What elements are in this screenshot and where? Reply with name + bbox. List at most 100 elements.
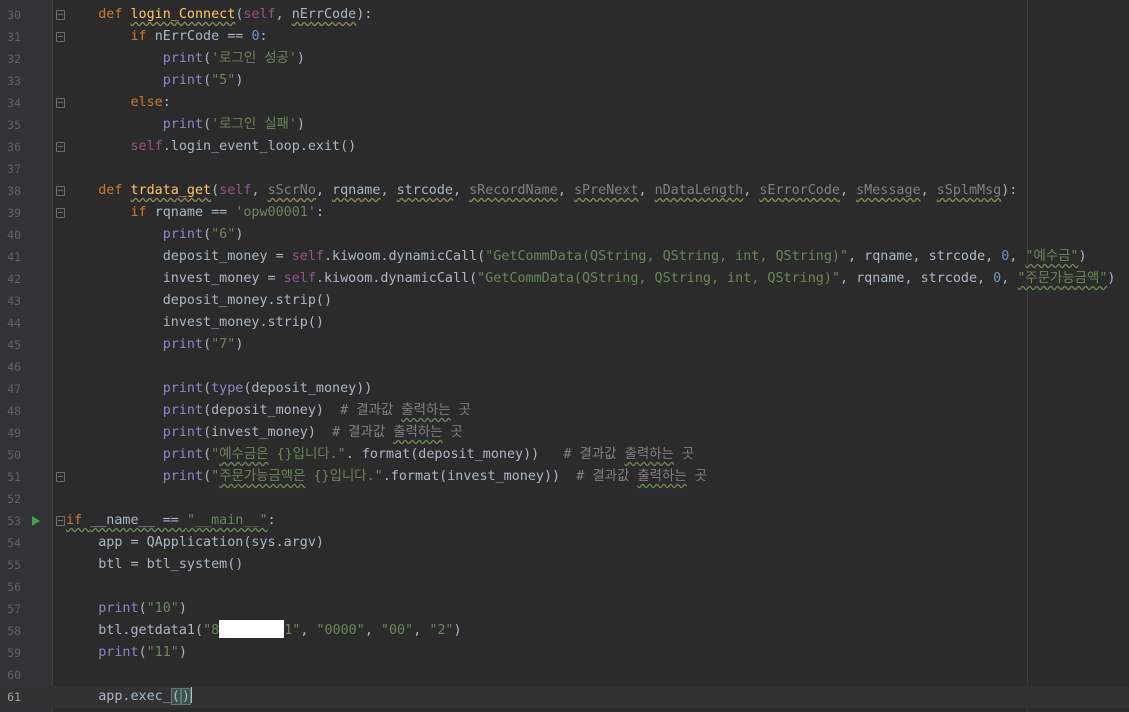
code-editor[interactable]: 30 def login_Connect(self, nErrCode): 31 … (0, 0, 1129, 712)
code-line[interactable]: 52 (0, 488, 1129, 510)
code-line[interactable]: 53 if __name__ == "__main__": (0, 510, 1129, 532)
code-line[interactable]: 50 print("예수금은 {}입니다.". format(deposit_m… (0, 444, 1129, 466)
code-text[interactable]: invest_money.strip() (66, 312, 324, 334)
code-token: ( (211, 183, 220, 198)
code-token: , (380, 183, 397, 198)
code-line[interactable]: 56 (0, 576, 1129, 598)
code-text[interactable]: btl = btl_system() (66, 554, 243, 576)
code-token: def (98, 183, 131, 198)
code-token: __name__ == (90, 513, 187, 528)
code-text[interactable]: print("7") (66, 334, 244, 356)
fold-icon[interactable] (56, 208, 65, 218)
code-token: '로그인 성공' (211, 51, 297, 66)
fold-icon[interactable] (56, 142, 65, 152)
code-line[interactable]: 47 print(type(deposit_money)) (0, 378, 1129, 400)
code-text[interactable]: print("예수금은 {}입니다.". format(deposit_mone… (66, 444, 695, 466)
code-token: # 결과값 (576, 469, 638, 484)
code-line[interactable]: 54 app = QApplication(sys.argv) (0, 532, 1129, 554)
code-line[interactable]: 32 print('로그인 성공') (0, 48, 1129, 70)
code-token: print (162, 381, 204, 396)
code-text[interactable]: print("11") (66, 642, 187, 664)
code-line[interactable]: 38 def trdata_get(self, sScrNo, rqname, … (0, 180, 1129, 202)
code-text[interactable]: print('로그인 성공') (66, 48, 305, 70)
fold-icon[interactable] (56, 516, 65, 526)
code-token: invest_money.strip() (66, 315, 324, 330)
code-text[interactable]: btl.getdata1("8 1", "0000", "00", "2") (66, 620, 462, 642)
code-line[interactable]: 31 if nErrCode == 0: (0, 26, 1129, 48)
code-line[interactable]: 57 print("10") (0, 598, 1129, 620)
code-token: ( (170, 688, 181, 705)
code-text[interactable]: print(type(deposit_money)) (66, 378, 373, 400)
code-line[interactable]: 49 print(invest_money) # 결과값 출력하는 곳 (0, 422, 1129, 444)
code-token: if (66, 513, 91, 528)
code-line[interactable]: 46 (0, 356, 1129, 378)
fold-icon[interactable] (56, 32, 65, 42)
code-line[interactable]: 40 print("6") (0, 224, 1129, 246)
code-text[interactable]: print("5") (66, 70, 244, 92)
fold-icon[interactable] (56, 472, 65, 482)
code-token: , (315, 183, 333, 198)
code-line[interactable]: 33 print("5") (0, 70, 1129, 92)
code-text[interactable]: print(invest_money) # 결과값 출력하는 곳 (66, 422, 463, 444)
code-line[interactable]: 39 if rqname == 'opw00001': (0, 202, 1129, 224)
code-token: login_Connect (130, 7, 236, 22)
code-text[interactable]: if nErrCode == 0: (66, 26, 268, 48)
code-line[interactable]: 44 invest_money.strip() (0, 312, 1129, 334)
code-token: sScrNo (267, 183, 316, 198)
line-number: 48 (7, 404, 21, 418)
code-token: trdata_get (130, 183, 212, 198)
code-text[interactable]: print("10") (66, 598, 187, 620)
code-text[interactable]: deposit_money.strip() (66, 290, 332, 312)
fold-icon[interactable] (56, 98, 65, 108)
code-token: app.exec_ (66, 689, 171, 704)
code-text[interactable]: if rqname == 'opw00001': (66, 202, 325, 224)
code-line[interactable]: 45 print("7") (0, 334, 1129, 356)
code-token: ) (453, 623, 462, 638)
code-text[interactable]: else: (66, 92, 171, 114)
code-token: print (162, 447, 204, 462)
code-text[interactable]: def trdata_get(self, sScrNo, rqname, str… (66, 180, 1017, 202)
code-line[interactable]: 51 print("주문가능금액은 {}입니다.".format(invest_… (0, 466, 1129, 488)
code-text[interactable]: if __name__ == "__main__": (66, 510, 276, 532)
code-text[interactable]: print(deposit_money) # 결과값 출력하는 곳 (66, 400, 471, 422)
code-text[interactable]: print("6") (66, 224, 244, 246)
code-text[interactable]: invest_money = self.kiwoom.dynamicCall("… (66, 268, 1116, 290)
code-line[interactable]: 37 (0, 158, 1129, 180)
code-token: ) (235, 337, 244, 352)
code-token: (deposit_money)) (243, 381, 373, 396)
code-line[interactable]: 55 btl = btl_system() (0, 554, 1129, 576)
code-token: , (920, 183, 937, 198)
code-token: ( (203, 73, 212, 88)
code-text[interactable]: print("주문가능금액은 {}입니다.".format(invest_mon… (66, 466, 707, 488)
code-token: type (211, 381, 244, 396)
fold-icon[interactable] (56, 10, 65, 20)
code-line[interactable]: 59 print("11") (0, 642, 1129, 664)
code-text[interactable]: deposit_money = self.kiwoom.dynamicCall(… (66, 246, 1087, 268)
code-text[interactable]: app.exec_() (66, 686, 192, 708)
code-line[interactable]: 60 (0, 664, 1129, 686)
code-line[interactable]: 43 deposit_money.strip() (0, 290, 1129, 312)
line-number: 31 (7, 30, 21, 44)
code-token: ( (203, 51, 212, 66)
code-line[interactable]: 34 else: (0, 92, 1129, 114)
code-text[interactable]: print('로그인 실패') (66, 114, 305, 136)
code-line[interactable]: 35 print('로그인 실패') (0, 114, 1129, 136)
code-token: : (267, 513, 276, 528)
code-line[interactable]: 36 self.login_event_loop.exit() (0, 136, 1129, 158)
code-line[interactable]: 58 btl.getdata1("8 1", "0000", "00", "2") (0, 620, 1129, 642)
code-line[interactable]: 61 app.exec_() (0, 686, 1129, 708)
run-icon[interactable] (32, 516, 40, 526)
code-text[interactable]: self.login_event_loop.exit() (66, 136, 357, 158)
code-line[interactable]: 41 deposit_money = self.kiwoom.dynamicCa… (0, 246, 1129, 268)
code-line[interactable]: 42 invest_money = self.kiwoom.dynamicCal… (0, 268, 1129, 290)
line-number: 40 (7, 228, 21, 242)
code-token: , (413, 623, 430, 638)
code-text[interactable]: def login_Connect(self, nErrCode): (66, 4, 372, 26)
fold-icon[interactable] (56, 186, 65, 196)
code-text[interactable]: app = QApplication(sys.argv) (66, 532, 324, 554)
code-line[interactable]: 30 def login_Connect(self, nErrCode): (0, 4, 1129, 26)
code-token: : (259, 29, 268, 44)
code-line[interactable]: 48 print(deposit_money) # 결과값 출력하는 곳 (0, 400, 1129, 422)
